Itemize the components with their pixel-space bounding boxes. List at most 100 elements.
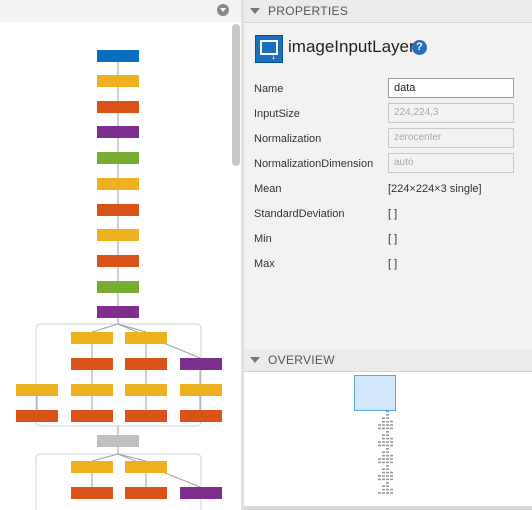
minimap-node	[382, 427, 385, 430]
minimap-node	[386, 465, 389, 467]
name-input[interactable]: data	[388, 78, 514, 98]
minimap-node	[386, 437, 389, 440]
layer-node[interactable]	[125, 487, 167, 499]
minimap-node	[390, 478, 393, 481]
minimap-node	[390, 458, 393, 460]
minimap-node	[382, 420, 385, 423]
minimap-node	[386, 451, 389, 453]
overview-title: OVERVIEW	[268, 353, 335, 367]
right-panel: PROPERTIES ↓ imageInputLayer ? Name data I…	[244, 0, 532, 510]
minimap-node	[386, 431, 389, 433]
minimap-node	[378, 424, 381, 426]
layer-node[interactable]	[97, 152, 139, 164]
layer-node[interactable]	[125, 410, 167, 422]
branch-group-outline	[35, 323, 202, 427]
minimap-node	[382, 424, 385, 426]
minimap-node	[386, 475, 389, 477]
overview-bottom-border	[244, 506, 532, 510]
property-label: InputSize	[254, 108, 300, 120]
property-field-disabled: 224,224,3	[388, 103, 514, 123]
layer-node[interactable]	[97, 204, 139, 216]
property-label: Name	[254, 83, 284, 95]
layer-node[interactable]	[97, 75, 139, 87]
layer-node[interactable]	[97, 306, 139, 318]
layer-node[interactable]	[71, 384, 113, 396]
help-icon[interactable]: ?	[412, 40, 427, 55]
property-label: Max	[254, 258, 275, 270]
layer-node[interactable]	[180, 487, 222, 499]
layer-node[interactable]	[71, 461, 113, 473]
minimap-node	[386, 420, 389, 423]
layer-node[interactable]	[97, 281, 139, 293]
layer-graph[interactable]	[0, 22, 232, 510]
minimap-node	[382, 488, 385, 491]
layer-node[interactable]	[125, 332, 167, 344]
layer-node[interactable]	[16, 410, 58, 422]
property-label: Normalization	[254, 133, 322, 145]
properties-title: PROPERTIES	[268, 4, 349, 18]
collapse-triangle-icon[interactable]	[250, 357, 260, 363]
input-layer-node[interactable]	[97, 50, 139, 62]
minimap-node	[386, 492, 389, 494]
property-label: NormalizationDimension	[254, 158, 374, 170]
minimap-node	[378, 478, 381, 481]
property-value: [224×224×3 single]	[388, 183, 482, 195]
minimap-node	[390, 427, 393, 430]
minimap-node	[378, 461, 381, 464]
minimap-node	[378, 427, 381, 430]
minimap-node	[378, 475, 381, 477]
concatenation-node[interactable]	[97, 435, 139, 447]
layer-node[interactable]	[97, 126, 139, 138]
minimap-node	[382, 441, 385, 443]
property-value: [ ]	[388, 233, 398, 245]
properties-header[interactable]: PROPERTIES	[244, 0, 532, 23]
network-canvas[interactable]	[0, 0, 241, 510]
overview-header[interactable]: OVERVIEW	[244, 349, 532, 372]
layer-node[interactable]	[97, 229, 139, 241]
minimap-node	[386, 424, 389, 426]
minimap-node	[378, 441, 381, 443]
minimap-node	[378, 458, 381, 460]
property-field-disabled: zerocenter	[388, 128, 514, 148]
collapse-triangle-icon[interactable]	[250, 8, 260, 14]
minimap-node	[386, 488, 389, 491]
property-label: StandardDeviation	[254, 208, 345, 220]
property-value: [ ]	[388, 208, 398, 220]
canvas-scrollbar[interactable]	[232, 24, 240, 166]
minimap-node	[386, 482, 389, 484]
layer-node[interactable]	[97, 101, 139, 113]
minimap-node	[390, 471, 393, 474]
layer-node[interactable]	[71, 358, 113, 370]
layer-node[interactable]	[97, 178, 139, 190]
connection-edge	[91, 323, 119, 333]
layer-node[interactable]	[180, 410, 222, 422]
layer-node[interactable]	[71, 332, 113, 344]
layer-node[interactable]	[125, 384, 167, 396]
property-label: Mean	[254, 183, 282, 195]
minimap-node	[390, 454, 393, 457]
layer-node[interactable]	[16, 384, 58, 396]
minimap-node	[382, 454, 385, 457]
layer-node[interactable]	[125, 358, 167, 370]
minimap-node	[390, 424, 393, 426]
minimap-node	[390, 437, 393, 440]
layer-node[interactable]	[71, 410, 113, 422]
layer-node[interactable]	[97, 255, 139, 267]
minimap-node	[382, 434, 385, 436]
layer-node[interactable]	[125, 461, 167, 473]
minimap-node	[382, 468, 385, 470]
minimap-node	[390, 475, 393, 477]
minimap-node	[386, 434, 389, 436]
property-label: Min	[254, 233, 272, 245]
minimap-node	[390, 488, 393, 491]
layer-node[interactable]	[71, 487, 113, 499]
minimap-node	[390, 420, 393, 423]
overview-viewport[interactable]	[354, 375, 396, 411]
panel-menu-icon[interactable]	[217, 4, 229, 16]
minimap-node	[390, 441, 393, 443]
minimap-node	[386, 461, 389, 464]
layer-node[interactable]	[180, 384, 222, 396]
minimap-node	[382, 451, 385, 453]
layer-node[interactable]	[180, 358, 222, 370]
minimap-node	[390, 492, 393, 494]
